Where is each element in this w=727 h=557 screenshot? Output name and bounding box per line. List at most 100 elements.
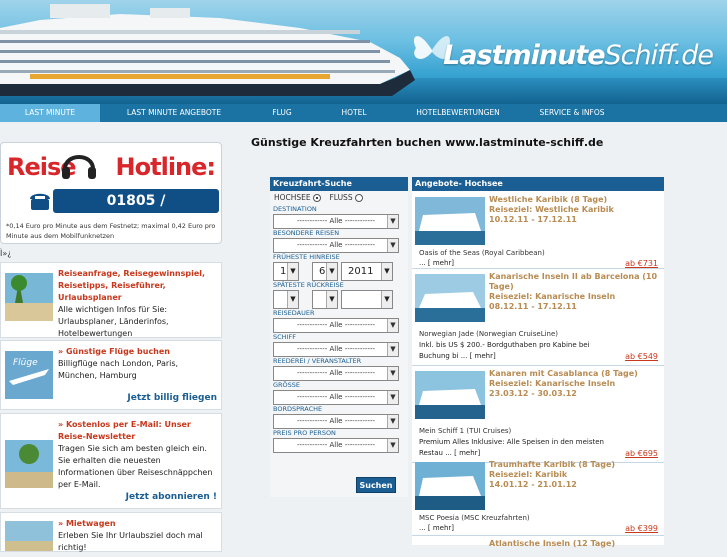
nav-flug[interactable]: FLUG: [248, 104, 316, 122]
chevron-down-icon: ▼: [387, 391, 398, 404]
cruise-ship-image: [0, 4, 415, 96]
offer-ship-name: Norwegian Jade (Norwegian CruiseLine): [419, 330, 559, 338]
chevron-down-icon: ▼: [387, 415, 398, 428]
earliest-year-select[interactable]: 2011 ▼: [341, 262, 393, 281]
rental-thumbnail[interactable]: [5, 521, 53, 551]
latest-date-label: SPÄTESTE RÜCKREISE: [273, 281, 344, 289]
offer-item: Kanarische Inseln II ab Barcelona (10 Ta…: [412, 270, 664, 366]
offer-price[interactable]: ab €695: [625, 449, 658, 458]
flights-thumbnail[interactable]: Flüge: [5, 351, 53, 399]
hotline-title: Reise Hotline:: [7, 153, 216, 181]
chevron-down-icon: ▼: [387, 319, 398, 332]
hotline-note: *0,14 Euro pro Minute aus dem Festnetz; …: [6, 222, 216, 240]
language-select[interactable]: ------------ Alle ------------ ▼: [273, 414, 399, 429]
travel-links[interactable]: Reiseanfrage, Reisegewinnspiel, Reisetip…: [58, 268, 217, 304]
rental-text: Erleben Sie Ihr Urlaubsziel doch mal ric…: [58, 531, 203, 552]
offer-title[interactable]: Traumhafte Karibik (8 Tage) Reiseziel: Ka…: [489, 460, 615, 490]
site-logo[interactable]: LastminuteSchiff.de: [443, 40, 714, 71]
offer-price[interactable]: ab €731: [625, 259, 658, 268]
duration-label: REISEDAUER: [273, 309, 315, 317]
header-banner: LastminuteSchiff.de: [0, 0, 727, 104]
info-box-newsletter: » Kostenlos per E-Mail: Unser Reise-News…: [0, 413, 222, 509]
headset-icon: [62, 155, 96, 179]
destination-label: DESTINATION: [273, 205, 317, 213]
offer-item: Traumhafte Karibik (8 Tage) Reiseziel: Ka…: [412, 458, 664, 536]
offer-price[interactable]: ab €549: [625, 352, 658, 361]
offer-title[interactable]: Atlantische Inseln (12 Tage): [489, 539, 615, 549]
offer-ship-image[interactable]: [415, 197, 485, 245]
offer-more-link[interactable]: ... [ mehr]: [419, 524, 454, 532]
newsletter-thumbnail[interactable]: [5, 440, 53, 488]
operator-label: REEDEREI / VERANSTALTER: [273, 357, 362, 365]
offer-ship-image[interactable]: [415, 371, 485, 419]
latest-year-select[interactable]: ▼: [341, 290, 393, 309]
special-label: BESONDERE REISEN: [273, 229, 340, 237]
offer-ship-image[interactable]: [415, 462, 485, 510]
chevron-down-icon: ▼: [387, 239, 398, 252]
nav-hotel[interactable]: HOTEL: [316, 104, 392, 122]
special-select[interactable]: ------------ Alle ------------ ▼: [273, 238, 399, 253]
duration-select[interactable]: ------------ Alle ------------ ▼: [273, 318, 399, 333]
ship-label: SCHIFF: [273, 333, 296, 341]
chevron-down-icon: ▼: [287, 263, 298, 280]
offer-description: Premium Alles Inklusive: Alle Speisen in…: [419, 438, 604, 457]
chevron-down-icon: ▼: [381, 263, 392, 280]
chevron-down-icon: ▼: [387, 343, 398, 356]
earliest-day-select[interactable]: 19▼: [273, 262, 299, 281]
size-select[interactable]: ------------ Alle ------------ ▼: [273, 390, 399, 405]
earliest-date-label: FRÜHESTE HINREISE: [273, 253, 340, 261]
info-box-travel: Reiseanfrage, Reisegewinnspiel, Reisetip…: [0, 262, 222, 338]
offer-price[interactable]: ab €399: [625, 524, 658, 533]
radio-hochsee[interactable]: [313, 194, 322, 202]
radio-fluss-label: FLUSS: [329, 193, 353, 202]
flights-text: Billigflüge nach London, Paris, München,…: [58, 359, 179, 380]
info-box-rental: » Mietwagen Erleben Sie Ihr Urlaubsziel …: [0, 512, 222, 552]
offers-panel: Angebote- Hochsee Westliche Karibik (8 T…: [412, 177, 664, 548]
offer-title[interactable]: Kanarische Inseln II ab Barcelona (10 Ta…: [489, 272, 664, 312]
search-button[interactable]: Suchen: [356, 477, 396, 493]
svg-text:Flüge: Flüge: [13, 358, 38, 368]
flights-link[interactable]: » Günstige Flüge buchen: [58, 346, 217, 358]
destination-select[interactable]: ------------ Alle ------------ ▼: [273, 214, 399, 229]
offer-title[interactable]: Kanaren mit Casablanca (8 Tage) Reiseziel…: [489, 369, 638, 399]
latest-month-select[interactable]: ▼: [312, 290, 338, 309]
price-label: PREIS PRO PERSON: [273, 429, 336, 437]
rental-link[interactable]: » Mietwagen: [58, 518, 217, 530]
offer-more-link[interactable]: ... [ mehr]: [419, 259, 454, 267]
offer-ship-name: Oasis of the Seas (Royal Caribbean): [419, 249, 545, 257]
newsletter-link[interactable]: » Kostenlos per E-Mail: Unser Reise-News…: [58, 419, 217, 443]
offer-ship-image[interactable]: [415, 274, 485, 322]
ship-select[interactable]: ------------ Alle ------------ ▼: [273, 342, 399, 357]
travel-text: Alle wichtigen Infos für Sie: Urlaubspla…: [58, 305, 169, 338]
newsletter-cta-link[interactable]: Jetzt abonnieren !: [126, 492, 217, 502]
search-heading: Kreuzfahrt-Suche: [270, 177, 408, 191]
beach-thumbnail[interactable]: [5, 273, 53, 321]
latest-date-row: ▼ ▼ ▼: [273, 290, 408, 309]
offer-ship-name: Mein Schiff 1 (TUI Cruises): [419, 427, 512, 435]
cruise-search-panel: Kreuzfahrt-Suche HOCHSEE FLUSS DESTINATI…: [270, 177, 408, 497]
offers-heading: Angebote- Hochsee: [412, 177, 664, 191]
flights-cta-link[interactable]: Jetzt billig fliegen: [127, 393, 217, 403]
offer-description: Inkl. bis US $ 200.- Bordguthaben pro Ka…: [419, 341, 590, 360]
offer-ship-name: MSC Poesia (MSC Kreuzfahrten): [419, 514, 530, 522]
nav-last-minute[interactable]: LAST MINUTE: [0, 104, 100, 122]
nav-last-minute-angebote[interactable]: LAST MINUTE ANGEBOTE: [100, 104, 248, 122]
nav-hotelbewertungen[interactable]: HOTELBEWERTUNGEN: [392, 104, 524, 122]
radio-fluss[interactable]: [354, 194, 363, 202]
earliest-month-select[interactable]: 6 ▼: [312, 262, 338, 281]
latest-day-select[interactable]: ▼: [273, 290, 299, 309]
main-nav: LAST MINUTE LAST MINUTE ANGEBOTE FLUG HO…: [0, 104, 727, 122]
operator-select[interactable]: ------------ Alle ------------ ▼: [273, 366, 399, 381]
phone-icon: [30, 193, 50, 210]
nav-service-infos[interactable]: SERVICE & INFOS: [524, 104, 620, 122]
earliest-date-row: 19▼ 6▼ 2011▼: [273, 262, 408, 281]
chevron-down-icon: ▼: [326, 291, 337, 308]
newsletter-text: Tragen Sie sich am besten gleich ein. Si…: [58, 444, 213, 489]
radio-hochsee-label: HOCHSEE: [274, 193, 311, 202]
info-box-flights: Flüge » Günstige Flüge buchen Billigflüg…: [0, 340, 222, 410]
chevron-down-icon: ▼: [387, 367, 398, 380]
offer-title[interactable]: Westliche Karibik (8 Tage) Reiseziel: Wes…: [489, 195, 614, 225]
language-label: BORDSPRACHE: [273, 405, 323, 413]
price-select[interactable]: ------------ Alle ------------ ▼: [273, 438, 399, 453]
offer-item: Westliche Karibik (8 Tage) Reiseziel: Wes…: [412, 193, 664, 269]
